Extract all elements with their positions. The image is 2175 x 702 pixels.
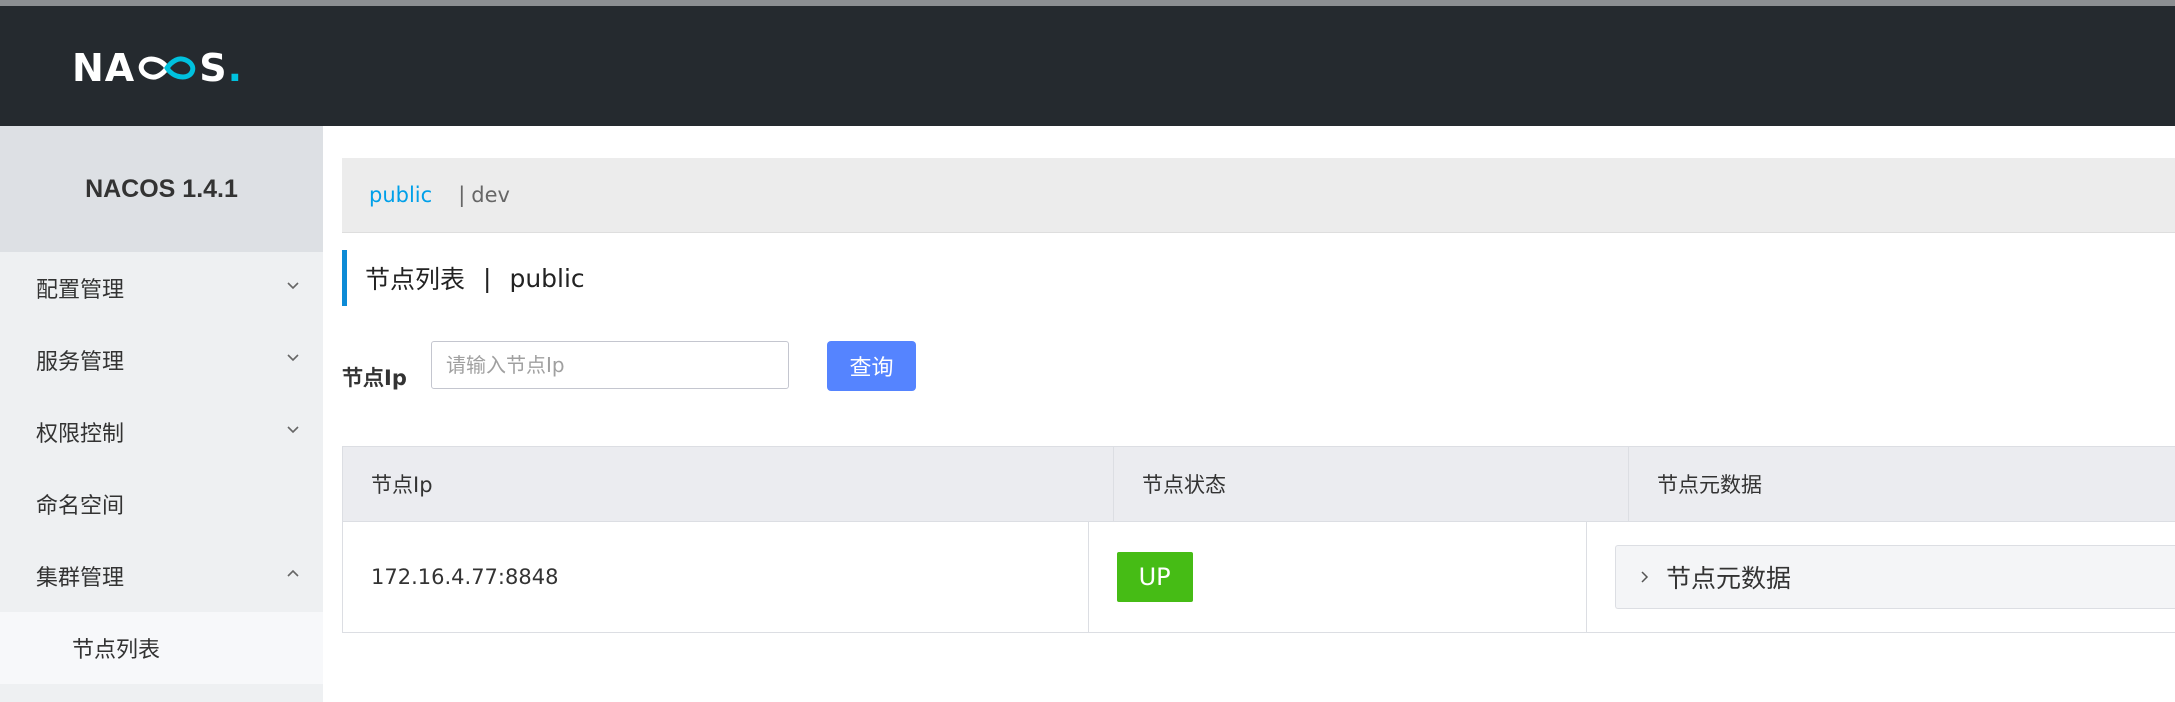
chevron-down-icon — [287, 282, 299, 290]
chevron-up-icon — [287, 569, 299, 577]
sidebar-item-access-control[interactable]: 权限控制 — [0, 396, 323, 468]
node-ip-label: 节点Ip — [342, 366, 407, 390]
main-content: public | dev 节点列表 | public 节点Ip 查询 节点Ip … — [323, 126, 2175, 702]
namespace-separator: | — [458, 183, 466, 207]
cell-node-status: UP — [1089, 522, 1587, 632]
namespace-bar: public | dev — [342, 158, 2175, 233]
node-table: 节点Ip 节点状态 节点元数据 172.16.4.77:8848 UP 节点元数… — [342, 446, 2175, 633]
query-button[interactable]: 查询 — [827, 341, 916, 391]
chevron-down-icon — [287, 426, 299, 434]
sidebar-item-namespace[interactable]: 命名空间 — [0, 468, 323, 540]
logo-text-right: S — [199, 46, 228, 90]
sidebar-item-config-management[interactable]: 配置管理 — [0, 252, 323, 324]
page-title-namespace: public — [509, 263, 585, 293]
chevron-right-icon — [1641, 571, 1649, 583]
chevron-down-icon — [287, 354, 299, 362]
page-title: 节点列表 | public — [342, 250, 585, 306]
sidebar-item-label: 配置管理 — [36, 278, 125, 303]
top-header: NA S . — [0, 6, 2175, 126]
node-ip-input[interactable] — [431, 341, 789, 389]
nacos-logo[interactable]: NA S . — [72, 43, 243, 93]
logo-dot: . — [227, 46, 244, 90]
sidebar: NACOS 1.4.1 配置管理 服务管理 权限控制 命名空间 集群管理 节点列… — [0, 126, 323, 702]
logo-text-left: NA — [72, 46, 136, 90]
page-title-text: 节点列表 — [365, 265, 466, 294]
logo-infinity-icon — [138, 56, 196, 80]
metadata-panel-label: 节点元数据 — [1666, 564, 1792, 593]
cell-node-ip: 172.16.4.77:8848 — [343, 522, 1089, 632]
namespace-dev-link[interactable]: dev — [471, 183, 510, 207]
sidebar-item-cluster-management[interactable]: 集群管理 — [0, 540, 323, 612]
cell-node-metadata: 节点元数据 — [1587, 522, 2175, 632]
namespace-public-link[interactable]: public — [369, 183, 432, 207]
sidebar-subitem-label: 节点列表 — [72, 638, 161, 663]
column-header-node-status: 节点状态 — [1114, 447, 1629, 521]
sidebar-item-service-management[interactable]: 服务管理 — [0, 324, 323, 396]
page-title-separator: | — [483, 263, 492, 293]
sidebar-item-label: 命名空间 — [36, 494, 125, 519]
sidebar-subitem-node-list[interactable]: 节点列表 — [0, 612, 323, 684]
sidebar-item-label: 服务管理 — [36, 350, 125, 375]
status-badge: UP — [1116, 552, 1193, 602]
metadata-collapse-panel[interactable]: 节点元数据 — [1615, 545, 2175, 609]
sidebar-item-label: 集群管理 — [36, 566, 125, 591]
sidebar-title: NACOS 1.4.1 — [0, 126, 323, 252]
table-row: 172.16.4.77:8848 UP 节点元数据 — [343, 522, 2175, 632]
table-header: 节点Ip 节点状态 节点元数据 — [343, 447, 2175, 522]
sidebar-item-label: 权限控制 — [36, 422, 125, 447]
column-header-node-ip: 节点Ip — [343, 447, 1114, 521]
column-header-node-metadata: 节点元数据 — [1657, 473, 1762, 497]
